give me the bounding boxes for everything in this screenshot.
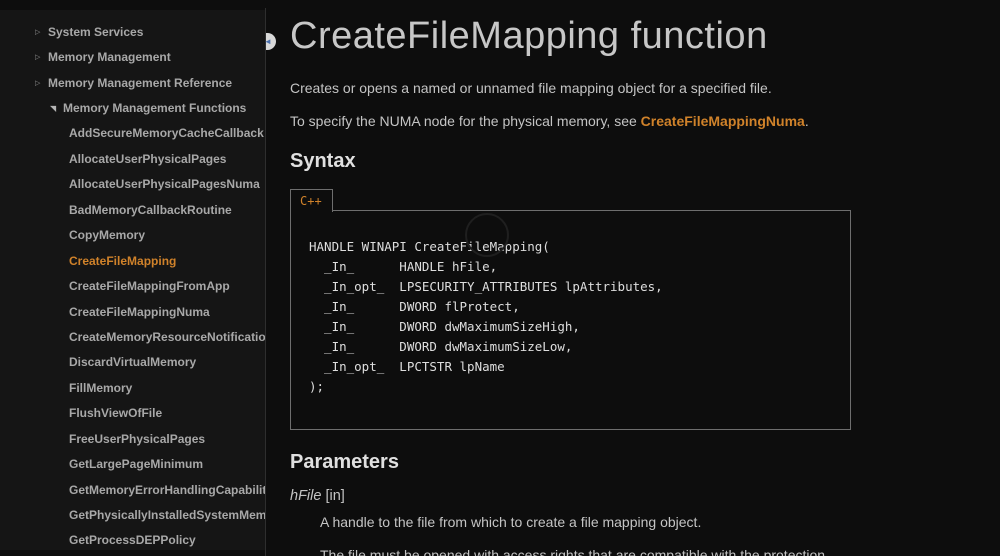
- sidebar-item-system-services[interactable]: ▷ System Services: [0, 19, 265, 44]
- sidebar-item-flushviewoffile[interactable]: FlushViewOfFile: [0, 401, 265, 426]
- sidebar-item-getphysicallyinstalledsystemmemory[interactable]: GetPhysicallyInstalledSystemMemory: [0, 502, 265, 527]
- sidebar-item-fillmemory[interactable]: FillMemory: [0, 375, 265, 400]
- chevron-expanded-icon[interactable]: ◥: [50, 104, 63, 113]
- sidebar-item-getmemoryerrorhandlingcapability[interactable]: GetMemoryErrorHandlingCapability: [0, 477, 265, 502]
- sidebar-item-discardvirtualmemory[interactable]: DiscardVirtualMemory: [0, 350, 265, 375]
- sidebar-item-allocateuserphysicalpagesnuma[interactable]: AllocateUserPhysicalPagesNuma: [0, 172, 265, 197]
- sidebar-item-badmemorycallbackroutine[interactable]: BadMemoryCallbackRoutine: [0, 197, 265, 222]
- param-description-2: The file must be opened with access righ…: [320, 547, 826, 556]
- sidebar-item-creatememoryresourcenotification[interactable]: CreateMemoryResourceNotification: [0, 324, 265, 349]
- sidebar-item-createfilemappingfromapp[interactable]: CreateFileMappingFromApp: [0, 273, 265, 298]
- sidebar-item-memory-management[interactable]: ▷ Memory Management: [0, 44, 265, 69]
- sidebar-item-getlargepageminimum[interactable]: GetLargePageMinimum: [0, 451, 265, 476]
- toc-sidebar: ▷ System Services ▷ Memory Management ▷ …: [0, 10, 265, 550]
- chevron-collapsed-icon[interactable]: ▷: [35, 28, 48, 36]
- syntax-heading: Syntax: [290, 150, 356, 172]
- content-pane: CreateFileMapping function Creates or op…: [266, 0, 1000, 556]
- sidebar-item-label: Memory Management: [48, 50, 171, 65]
- sidebar-item-memory-management-reference[interactable]: ▷ Memory Management Reference: [0, 70, 265, 95]
- sidebar-item-label: System Services: [48, 24, 144, 39]
- sidebar-item-label: Memory Management Reference: [48, 75, 233, 90]
- syntax-code: HANDLE WINAPI CreateFileMapping( _In_ HA…: [309, 239, 663, 394]
- parameters-heading: Parameters: [290, 451, 399, 473]
- createfilemappingnuma-link[interactable]: CreateFileMappingNuma: [641, 113, 805, 129]
- sidebar-item-createfilemapping-selected[interactable]: CreateFileMapping: [0, 248, 265, 273]
- syntax-code-block: C++ HANDLE WINAPI CreateFileMapping( _In…: [290, 189, 851, 430]
- param-hfile-line: hFile [in]: [290, 488, 1000, 504]
- param-direction: [in]: [325, 488, 345, 504]
- sidebar-item-freeuserphysicalpages[interactable]: FreeUserPhysicalPages: [0, 426, 265, 451]
- chevron-collapsed-icon[interactable]: ▷: [35, 53, 48, 61]
- param-description-1: A handle to the file from which to creat…: [320, 514, 702, 530]
- chevron-collapsed-icon[interactable]: ▷: [35, 79, 48, 87]
- numa-text-before: To specify the NUMA node for the physica…: [290, 113, 641, 129]
- page-title: CreateFileMapping function: [290, 15, 768, 57]
- sidebar-item-addsecurememorycachecallback[interactable]: AddSecureMemoryCacheCallback: [0, 121, 265, 146]
- numa-paragraph: To specify the NUMA node for the physica…: [290, 112, 1000, 130]
- numa-text-after: .: [804, 113, 809, 129]
- intro-paragraph: Creates or opens a named or unnamed file…: [290, 80, 772, 96]
- sidebar-item-copymemory[interactable]: CopyMemory: [0, 223, 265, 248]
- docs-page: ▷ System Services ▷ Memory Management ▷ …: [0, 0, 1000, 556]
- param-name: hFile: [290, 488, 322, 504]
- sidebar-item-getprocessdeppolicy[interactable]: GetProcessDEPPolicy: [0, 528, 265, 550]
- sidebar-item-allocateuserphysicalpages[interactable]: AllocateUserPhysicalPages: [0, 146, 265, 171]
- sidebar-item-label: Memory Management Functions: [63, 101, 247, 116]
- sidebar-item-createfilemappingnuma[interactable]: CreateFileMappingNuma: [0, 299, 265, 324]
- cpp-language-tab[interactable]: C++: [290, 189, 333, 212]
- sidebar-item-memory-management-functions[interactable]: ◥ Memory Management Functions: [0, 95, 265, 120]
